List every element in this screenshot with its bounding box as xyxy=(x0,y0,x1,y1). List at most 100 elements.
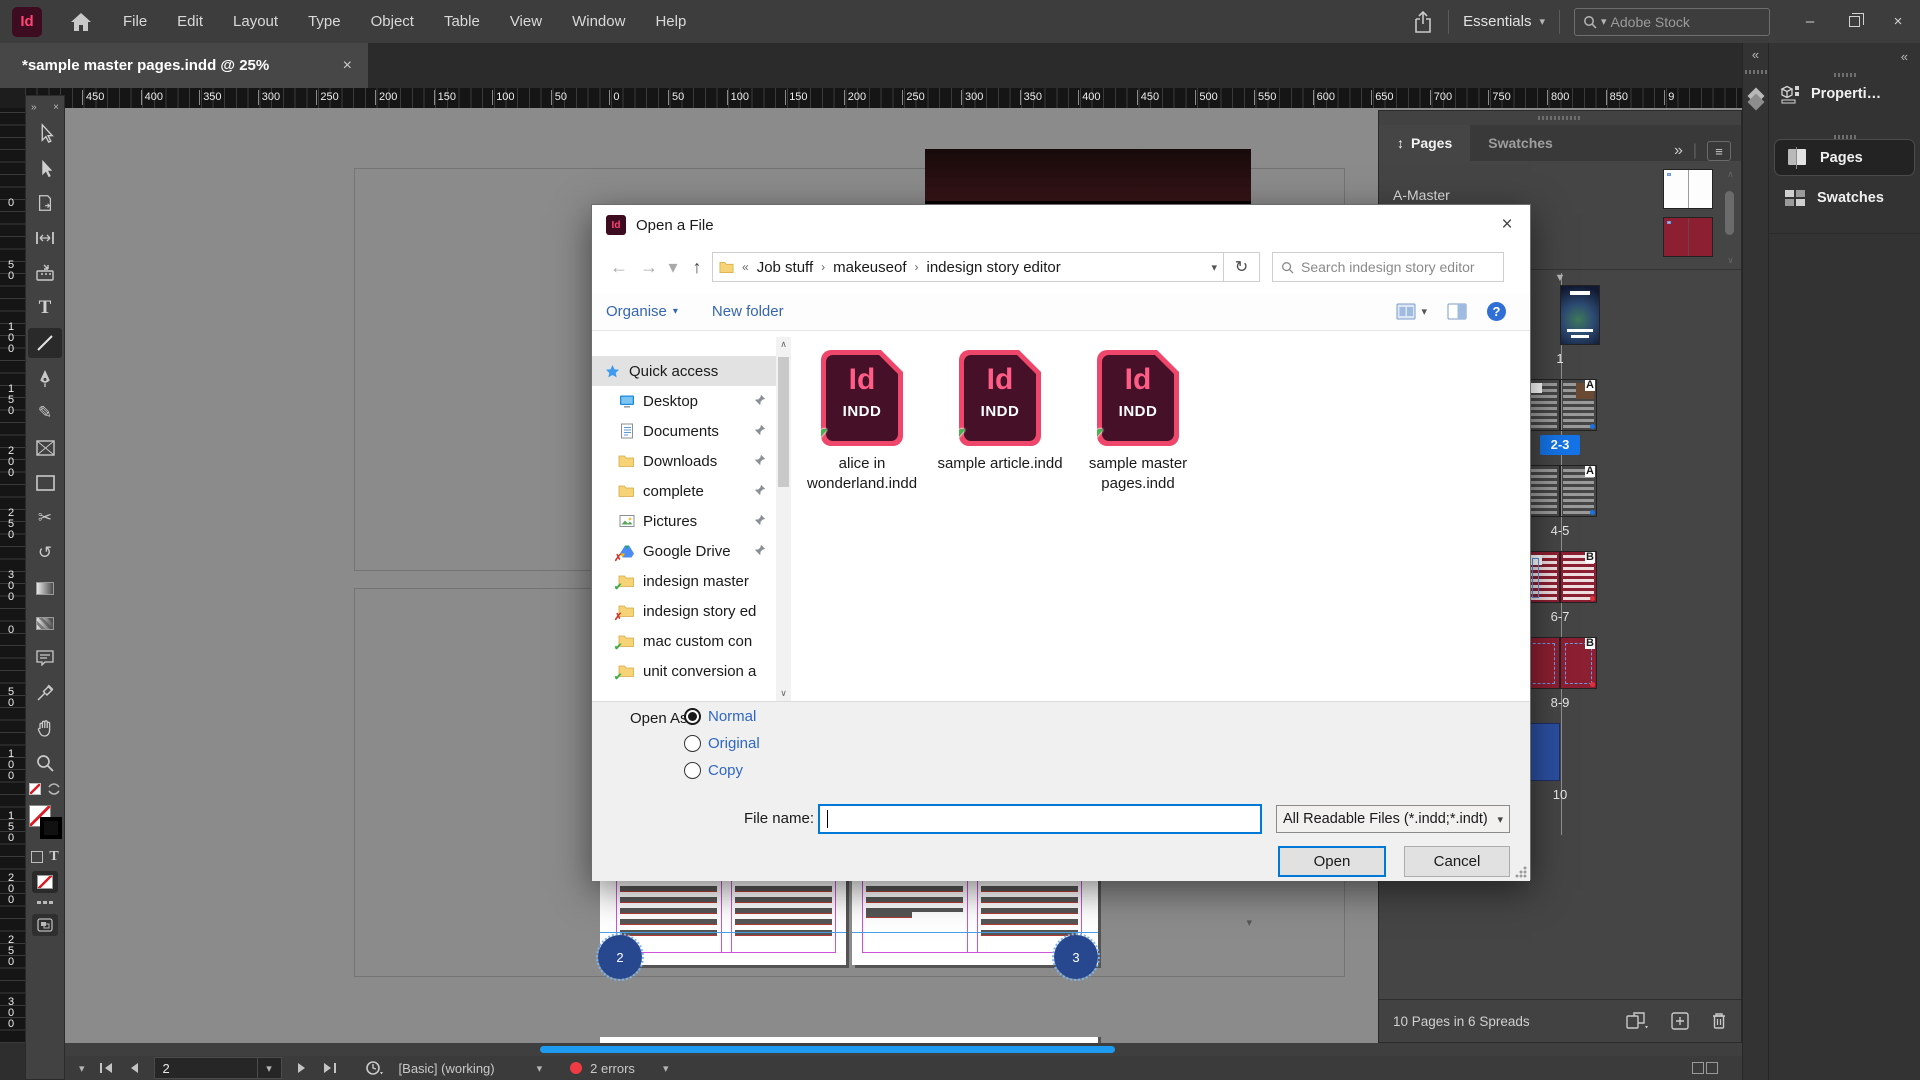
fill-stroke-indicator[interactable] xyxy=(28,805,62,845)
spread-label[interactable]: 6-7 xyxy=(1551,607,1570,627)
change-view-button[interactable]: ▾ xyxy=(1396,303,1427,320)
page-thumbnail[interactable]: A xyxy=(1560,379,1597,431)
tool-gap[interactable] xyxy=(28,223,62,253)
up-button[interactable]: ↑ xyxy=(682,257,712,278)
panel-expand-icon[interactable]: » xyxy=(31,102,37,113)
next-page-button[interactable] xyxy=(296,1062,308,1074)
breadcrumb-job-stuff[interactable]: Job stuff xyxy=(757,259,813,276)
page-number-field[interactable]: 2 ▾ xyxy=(154,1057,282,1079)
home-button[interactable] xyxy=(64,12,98,32)
spread-label[interactable]: 4-5 xyxy=(1551,521,1570,541)
dialog-titlebar[interactable]: Id Open a File xyxy=(592,205,1530,245)
sidebar-item-desktop[interactable]: Desktop xyxy=(592,386,776,416)
sidebar-item-documents[interactable]: Documents xyxy=(592,416,776,446)
tool-gradient-feather[interactable] xyxy=(28,608,62,638)
radio-normal-control[interactable] xyxy=(684,708,701,725)
recent-locations-icon[interactable]: ▾ xyxy=(664,257,682,278)
tool-pencil[interactable]: ✎ xyxy=(28,398,62,428)
master-a-thumbnail[interactable] xyxy=(1663,217,1713,257)
menu-edit[interactable]: Edit xyxy=(162,0,218,43)
formatting-affects-container-button[interactable] xyxy=(31,851,43,863)
spread-2-3[interactable]: A 2-3 xyxy=(1523,379,1597,465)
apply-none-button[interactable] xyxy=(32,871,58,893)
panel-collapse-icon[interactable]: » xyxy=(1674,142,1683,160)
menu-help[interactable]: Help xyxy=(640,0,701,43)
new-folder-button[interactable]: New folder xyxy=(712,303,784,320)
edit-page-size-icon[interactable] xyxy=(1625,1012,1649,1030)
spread-label[interactable]: 10 xyxy=(1553,785,1567,805)
menu-table[interactable]: Table xyxy=(429,0,495,43)
workspace-switcher[interactable]: Essentials ▾ xyxy=(1463,13,1545,30)
pages-panel-button[interactable]: Pages xyxy=(1774,139,1915,176)
chevron-down-icon[interactable]: ▾ xyxy=(537,1062,543,1075)
scrollbar-thumb[interactable] xyxy=(1725,191,1734,235)
preflight-icon[interactable] xyxy=(365,1060,385,1076)
sidebar-item-downloads[interactable]: Downloads xyxy=(592,446,776,476)
tab-close-icon[interactable]: × xyxy=(343,57,352,75)
sidebar-item-complete[interactable]: complete xyxy=(592,476,776,506)
radio-normal[interactable]: Normal xyxy=(684,708,756,725)
spread-label[interactable]: 2-3 xyxy=(1540,435,1581,455)
tool-rectangle[interactable] xyxy=(28,468,62,498)
horizontal-scrollbar-track[interactable] xyxy=(65,1043,1742,1056)
menu-window[interactable]: Window xyxy=(557,0,640,43)
refresh-button[interactable]: ↻ xyxy=(1224,252,1260,282)
breadcrumb-indesign-story-editor[interactable]: indesign story editor xyxy=(927,259,1061,276)
file-item[interactable]: IdINDD✔sample master pages.indd xyxy=(1068,350,1208,690)
preview-pane-icon[interactable] xyxy=(1447,303,1467,320)
spread-8-9[interactable]: B 8-9 xyxy=(1523,637,1597,723)
panel-menu-icon[interactable]: ≡ xyxy=(1707,141,1731,161)
page-thumbnail[interactable]: B xyxy=(1560,637,1597,689)
sidebar-item-indesign-story-ed[interactable]: ✗indesign story ed xyxy=(592,596,776,626)
formatting-affects-text-button[interactable]: T xyxy=(49,849,58,865)
first-page-button[interactable] xyxy=(99,1062,114,1074)
master-none-thumbnail[interactable] xyxy=(1663,169,1713,209)
spread-10[interactable]: 10 xyxy=(1539,723,1581,815)
tool-eyedropper[interactable] xyxy=(28,678,62,708)
panel-close-icon[interactable]: × xyxy=(53,102,59,113)
indesign-logo-icon[interactable]: Id xyxy=(12,7,42,37)
tool-gradient-swatch[interactable] xyxy=(28,573,62,603)
organise-menu[interactable]: Organise ▾ xyxy=(606,303,678,320)
master-page-label[interactable]: A-Master xyxy=(1393,187,1450,203)
help-button[interactable]: ? xyxy=(1487,302,1506,321)
spread-label[interactable]: 8-9 xyxy=(1551,693,1570,713)
adobe-stock-search[interactable]: ▾ Adobe Stock xyxy=(1574,8,1770,36)
dialog-search-box[interactable]: Search indesign story editor xyxy=(1272,252,1504,282)
page-number-badge-2[interactable]: 2 xyxy=(598,935,642,979)
scroll-up-icon[interactable]: ∧ xyxy=(776,339,791,350)
dock-drag-handle[interactable] xyxy=(1834,73,1856,77)
screen-mode-button[interactable] xyxy=(32,914,58,936)
menu-file[interactable]: File xyxy=(108,0,162,43)
tool-page[interactable] xyxy=(28,188,62,218)
dialog-close-button[interactable]: × xyxy=(1484,205,1530,245)
file-type-filter[interactable]: All Readable Files (*.indd;*.indt) ▾ xyxy=(1276,805,1510,833)
menu-layout[interactable]: Layout xyxy=(218,0,293,43)
cancel-button[interactable]: Cancel xyxy=(1404,846,1510,877)
close-button[interactable]: × xyxy=(1876,0,1920,43)
scroll-down-icon[interactable]: ∨ xyxy=(1723,255,1738,266)
tab-swatches[interactable]: Swatches xyxy=(1470,125,1571,161)
page-thumbnail[interactable]: A xyxy=(1560,465,1597,517)
address-bar[interactable]: « Job stuff › makeuseof › indesign story… xyxy=(712,252,1224,282)
breadcrumb-prefix[interactable]: « xyxy=(742,260,749,274)
sidebar-item-pictures[interactable]: Pictures xyxy=(592,506,776,536)
split-view-button[interactable] xyxy=(1692,1062,1718,1074)
forward-button[interactable]: → xyxy=(634,257,664,278)
new-spread-icon[interactable] xyxy=(1671,1012,1689,1030)
tool-zoom[interactable] xyxy=(28,748,62,778)
sidebar-item-unit-conversion-a[interactable]: ✔unit conversion a xyxy=(592,656,776,686)
sidebar-item-quick-access[interactable]: Quick access xyxy=(592,356,776,386)
chevron-down-icon[interactable]: ▾ xyxy=(663,1062,669,1075)
tool-selection[interactable] xyxy=(28,118,62,148)
chevron-down-icon[interactable]: ▾ xyxy=(79,1062,85,1075)
share-icon[interactable] xyxy=(1412,10,1434,34)
view-options-icon[interactable] xyxy=(37,901,53,904)
tab-pages[interactable]: ↕ Pages xyxy=(1379,125,1470,161)
document-tab[interactable]: *sample master pages.indd @ 25% × xyxy=(0,43,368,88)
stroke-swatch[interactable] xyxy=(40,817,62,839)
last-page-button[interactable] xyxy=(322,1062,337,1074)
horizontal-scrollbar-thumb[interactable] xyxy=(540,1046,1115,1053)
swatches-panel-button[interactable]: Swatches xyxy=(1784,189,1884,207)
open-button[interactable]: Open xyxy=(1278,846,1386,877)
